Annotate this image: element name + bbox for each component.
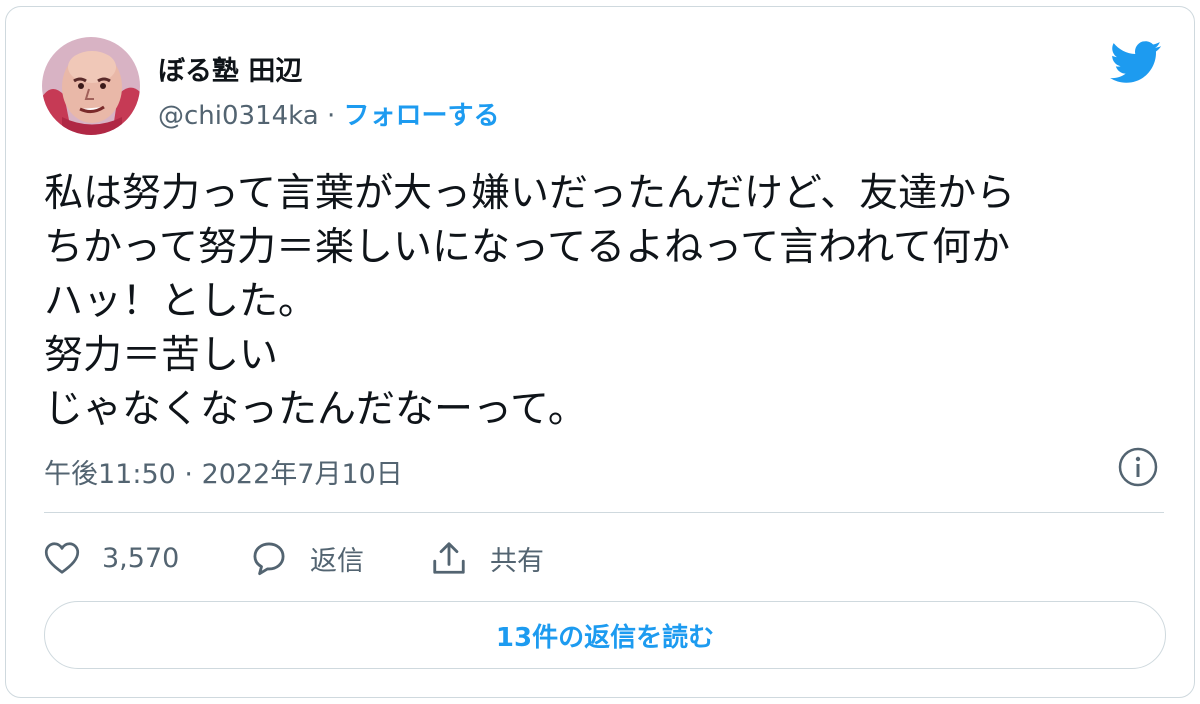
tweet-card: ぼる塾 田辺 @chi0314ka · フォローする 私は努力って言葉が大っ嫌い… bbox=[5, 6, 1195, 698]
handle-row: @chi0314ka · フォローする bbox=[158, 95, 500, 132]
share-upload-icon bbox=[433, 542, 465, 574]
tweet-line: ちかって努力＝楽しいになってるよねって言われて何か bbox=[44, 225, 1011, 270]
timestamp-separator: · bbox=[175, 459, 202, 490]
like-button[interactable]: 3,570 bbox=[44, 533, 179, 583]
avatar-illustration bbox=[42, 37, 140, 135]
user-handle[interactable]: @chi0314ka bbox=[158, 101, 319, 131]
handle-separator: · bbox=[318, 101, 344, 131]
display-name[interactable]: ぼる塾 田辺 bbox=[158, 49, 302, 88]
tweet-time: 午後11:50 bbox=[44, 459, 176, 490]
heart-icon bbox=[44, 542, 80, 574]
follow-link[interactable]: フォローする bbox=[344, 101, 500, 131]
info-icon[interactable] bbox=[1116, 445, 1160, 489]
twitter-bird-icon[interactable] bbox=[1108, 39, 1162, 85]
like-count: 3,570 bbox=[102, 542, 180, 574]
tweet-line: じゃなくなったんだなーって。 bbox=[44, 387, 587, 432]
tweet-line: ハッ！とした。 bbox=[44, 279, 318, 324]
tweet-date: 2022年7月10日 bbox=[201, 459, 403, 490]
tweet-text: 私は努力って言葉が大っ嫌いだったんだけど、友達から ちかって努力＝楽しいになって… bbox=[44, 167, 1164, 437]
reply-label: 返信 bbox=[310, 545, 364, 577]
tweet-line: 私は努力って言葉が大っ嫌いだったんだけど、友達から bbox=[44, 171, 1016, 216]
read-replies-button[interactable]: 13件の返信を読む bbox=[44, 601, 1166, 669]
divider bbox=[44, 512, 1164, 513]
share-button[interactable]: 共有 bbox=[430, 533, 544, 583]
avatar[interactable] bbox=[42, 37, 140, 135]
reply-button[interactable]: 返信 bbox=[250, 533, 364, 583]
tweet-line: 努力＝苦しい bbox=[44, 333, 279, 378]
speech-bubble-icon bbox=[253, 542, 285, 576]
share-label: 共有 bbox=[490, 545, 544, 577]
timestamp[interactable]: 午後11:50 · 2022年7月10日 bbox=[44, 452, 403, 491]
